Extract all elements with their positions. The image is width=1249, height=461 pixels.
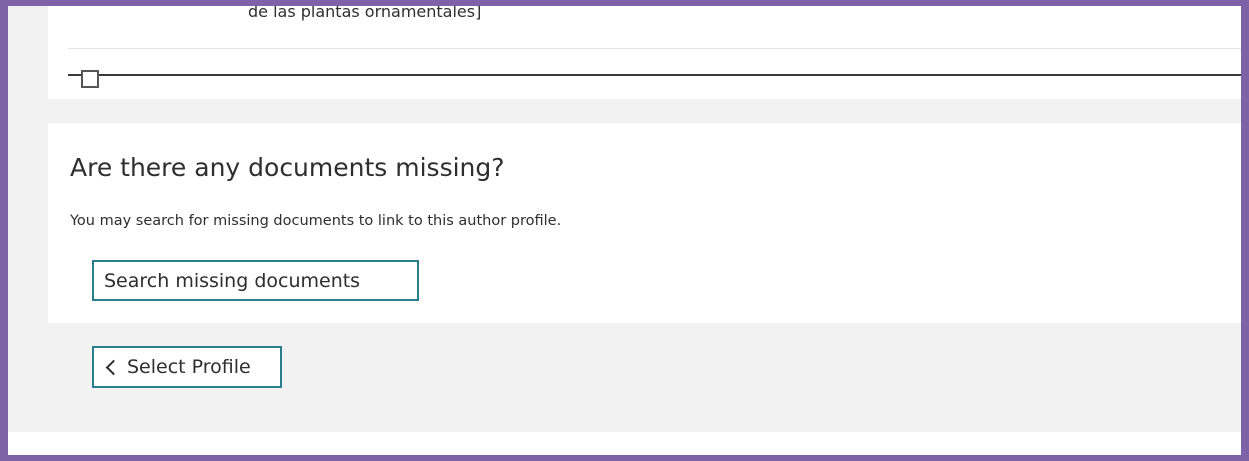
chevron-left-icon xyxy=(105,359,122,375)
list-row-partial xyxy=(68,74,1241,76)
select-profile-label: Select Profile xyxy=(127,356,251,378)
document-list-card: de las plantas ornamentales] xyxy=(48,6,1241,99)
missing-documents-section: Are there any documents missing? You may… xyxy=(48,123,1241,323)
select-profile-button[interactable]: Select Profile xyxy=(92,346,282,388)
list-row-divider xyxy=(68,48,1241,49)
missing-documents-heading: Are there any documents missing? xyxy=(70,153,505,182)
document-select-checkbox[interactable] xyxy=(81,70,99,88)
missing-documents-description: You may search for missing documents to … xyxy=(70,213,562,229)
screenshot-frame: de las plantas ornamentales] Are there a… xyxy=(0,0,1249,461)
document-title-fragment[interactable]: de las plantas ornamentales] xyxy=(248,6,481,21)
search-missing-documents-button[interactable]: Search missing documents xyxy=(92,260,419,301)
